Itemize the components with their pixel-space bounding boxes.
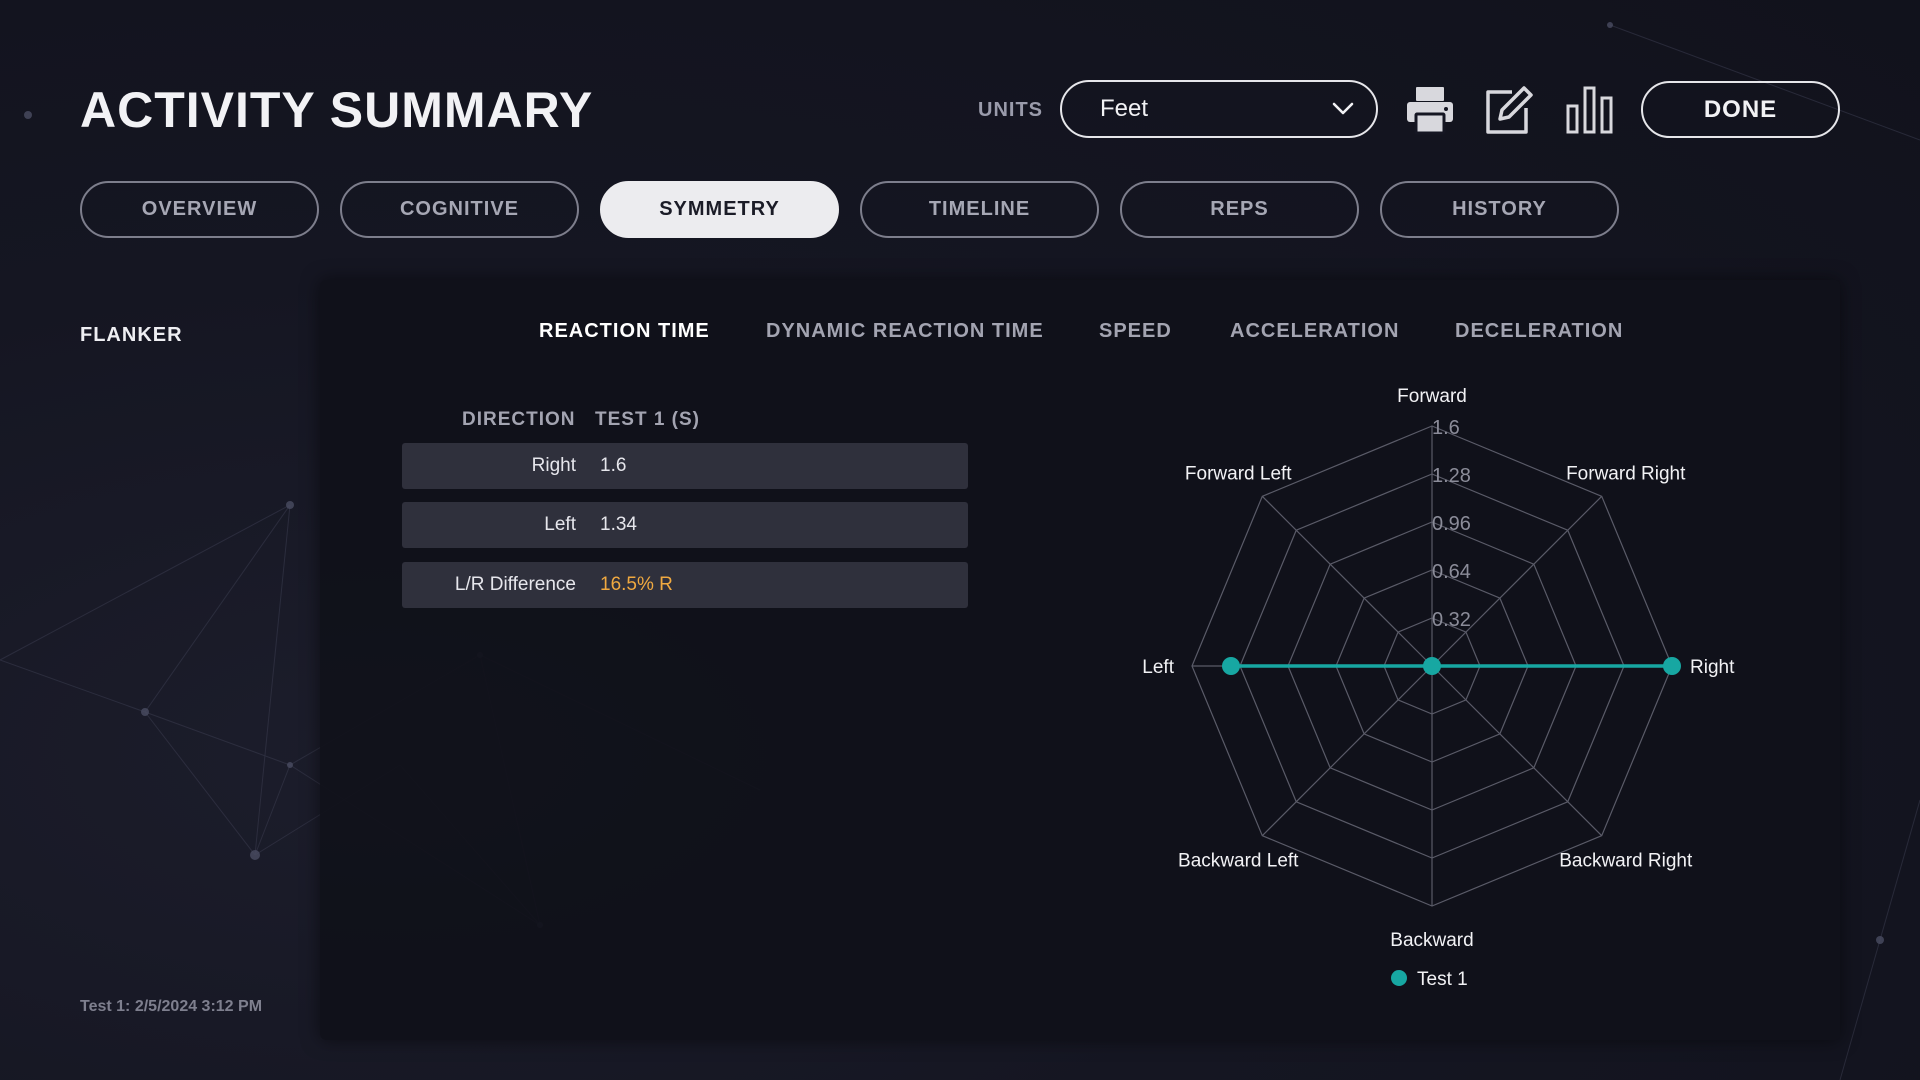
subtab-speed[interactable]: SPEED — [1099, 320, 1172, 343]
table-row: L/R Difference 16.5% R — [402, 562, 968, 608]
print-icon[interactable] — [1404, 84, 1456, 136]
subtab-reaction-time[interactable]: REACTION TIME — [539, 320, 710, 343]
tick-label: 1.28 — [1432, 465, 1471, 487]
axis-label: Backward Right — [1559, 851, 1693, 872]
row-value: 1.6 — [600, 455, 627, 476]
data-point — [1222, 657, 1240, 675]
bar-chart-icon[interactable] — [1564, 84, 1616, 136]
page-title: ACTIVITY SUMMARY — [80, 82, 594, 138]
subtab-acceleration[interactable]: ACCELERATION — [1230, 320, 1399, 343]
legend-marker — [1391, 970, 1407, 986]
column-header-direction: DIRECTION — [462, 409, 576, 430]
axis-label: Forward Left — [1185, 463, 1292, 484]
tab-overview[interactable]: OVERVIEW — [80, 181, 319, 238]
row-direction: L/R Difference — [454, 574, 576, 595]
test-timestamp: Test 1: 2/5/2024 3:12 PM — [80, 998, 263, 1015]
axis-label: Forward Right — [1566, 463, 1686, 484]
tick-label: 0.32 — [1432, 609, 1471, 631]
units-label: UNITS — [978, 99, 1043, 121]
axis-label: Backward — [1390, 930, 1473, 951]
subtab-deceleration[interactable]: DECELERATION — [1455, 320, 1623, 343]
axis-label: Right — [1690, 657, 1735, 678]
row-direction: Left — [544, 514, 576, 535]
tick-label: 0.64 — [1432, 561, 1471, 583]
chevron-down-icon — [1332, 102, 1354, 115]
tab-symmetry[interactable]: SYMMETRY — [600, 181, 839, 238]
tab-timeline[interactable]: TIMELINE — [860, 181, 1099, 238]
axis-label: Backward Left — [1178, 851, 1299, 872]
tab-reps[interactable]: REPS — [1120, 181, 1359, 238]
sidebar-item-flanker[interactable]: FLANKER — [80, 324, 183, 347]
table-row: Right 1.6 — [402, 443, 968, 489]
data-point — [1423, 657, 1441, 675]
tick-label: 1.6 — [1432, 417, 1460, 439]
units-dropdown[interactable]: Feet — [1060, 80, 1378, 138]
units-selected-value: Feet — [1100, 95, 1149, 122]
row-direction: Right — [531, 455, 576, 476]
table-row: Left 1.34 — [402, 502, 968, 548]
axis-label: Forward — [1397, 386, 1467, 407]
edit-icon[interactable] — [1482, 84, 1534, 136]
subtab-dynamic-reaction-time[interactable]: DYNAMIC REACTION TIME — [766, 320, 1044, 343]
data-point — [1663, 657, 1681, 675]
axis-label: Left — [1142, 657, 1174, 678]
column-header-test1: TEST 1 (S) — [595, 409, 701, 430]
tab-cognitive[interactable]: COGNITIVE — [340, 181, 579, 238]
lr-difference-value: 16.5% R — [600, 574, 673, 595]
legend-label: Test 1 — [1417, 969, 1468, 990]
radar-chart: 0.32 0.64 0.96 1.28 1.6 Forward Forward Right R… — [1142, 386, 1735, 990]
tab-history[interactable]: HISTORY — [1380, 181, 1619, 238]
row-value: 1.34 — [600, 514, 637, 535]
tick-label: 0.96 — [1432, 513, 1471, 535]
done-button[interactable]: DONE — [1641, 81, 1840, 138]
